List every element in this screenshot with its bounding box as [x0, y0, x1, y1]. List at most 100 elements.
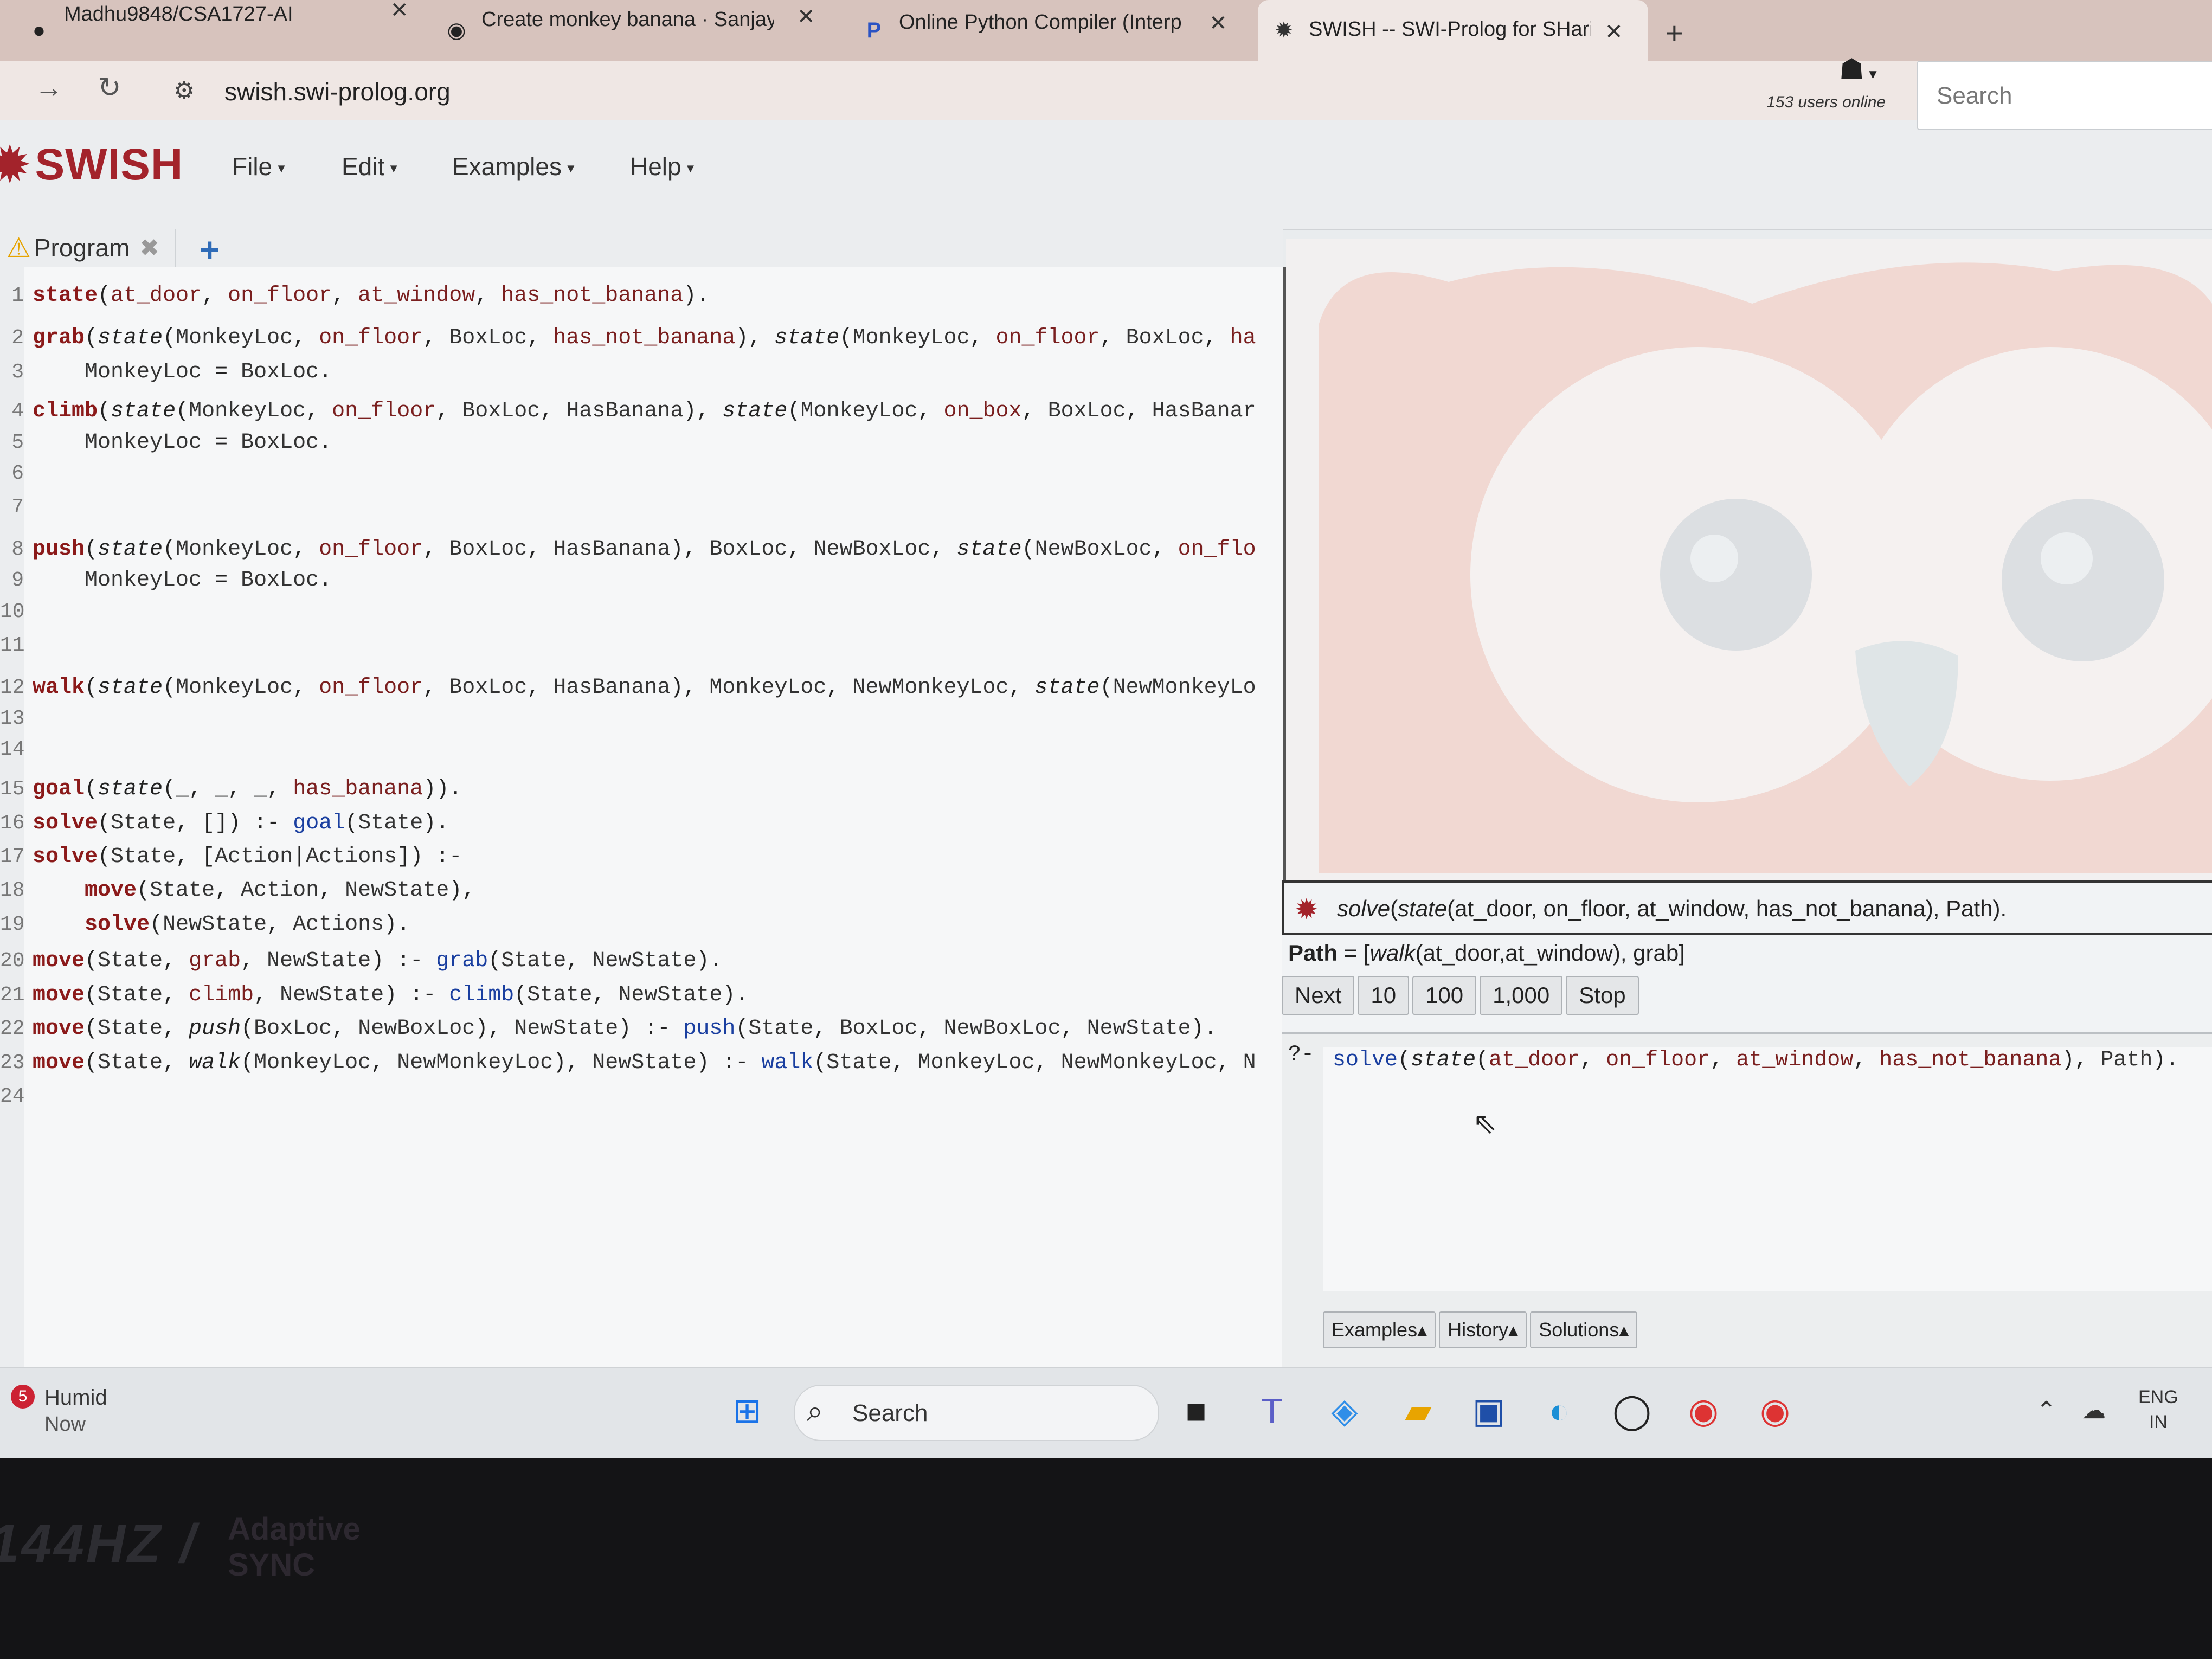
tab-title: Create monkey banana · Sanjay [481, 8, 774, 31]
tab-title: SWISH -- SWI-Prolog for SHarin [1309, 17, 1591, 41]
code-text: move(State, push(BoxLoc, NewBoxLoc), New… [33, 1017, 1217, 1041]
menu-help[interactable]: Help ▼ [630, 152, 696, 181]
close-tab-icon[interactable]: ✕ [390, 0, 409, 23]
next-10-button[interactable]: 10 [1358, 976, 1410, 1015]
line-number: 10 [0, 600, 25, 623]
menu-examples[interactable]: Examples ▼ [452, 152, 577, 181]
solutions-button[interactable]: Solutions▴ [1530, 1311, 1638, 1348]
forward-icon[interactable]: → [35, 72, 63, 104]
menu-edit[interactable]: Edit ▼ [342, 152, 400, 181]
windows-start-icon[interactable]: ⊞ [725, 1389, 769, 1432]
taskbar-search[interactable]: ⌕ Search [794, 1385, 1159, 1441]
examples-button[interactable]: Examples▴ [1323, 1311, 1436, 1348]
code-line[interactable]: 9 MonkeyLoc = BoxLoc. [0, 568, 332, 601]
close-tab-icon[interactable]: ✕ [1209, 11, 1227, 36]
answer-box: ✹ solve(state(at_door, on_floor, at_wind… [1282, 880, 2212, 1043]
code-text: goal(state(_, _, _, has_banana)). [33, 777, 462, 802]
code-line[interactable]: 18 move(State, Action, NewState), [0, 878, 475, 911]
code-line[interactable]: 14 [0, 737, 33, 770]
menu-file[interactable]: File ▼ [232, 152, 287, 181]
close-tab-icon[interactable]: ✕ [797, 4, 815, 29]
code-line[interactable]: 24 [0, 1084, 33, 1117]
browser-tab-1[interactable]: ● Madhu9848/CSA1727-AI ✕ [27, 0, 423, 61]
code-line[interactable]: 22 move(State, push(BoxLoc, NewBoxLoc), N… [0, 1017, 1217, 1049]
line-number: 9 [11, 569, 24, 593]
lang-line2: IN [2149, 1412, 2168, 1432]
stop-button[interactable]: Stop [1566, 976, 1639, 1015]
browser-tab-swish[interactable]: ✹ SWISH -- SWI-Prolog for SHarin ✕ [1258, 0, 1648, 61]
search-input[interactable]: Search [1917, 61, 2212, 130]
code-line[interactable]: 10 [0, 600, 33, 632]
code-line[interactable]: 12 walk(state(MonkeyLoc, on_floor, BoxLoc… [0, 676, 1256, 708]
chrome-icon[interactable]: ◉ [1682, 1389, 1725, 1432]
code-line[interactable]: 8 push(state(MonkeyLoc, on_floor, BoxLoc,… [0, 537, 1256, 570]
code-line[interactable]: 11 [0, 633, 33, 666]
answer-buttons: Next 10 100 1,000 Stop [1282, 976, 1639, 1015]
query-panel: ?- solve(state(at_door, on_floor, at_win… [1282, 1032, 2212, 1369]
whatsapp-icon[interactable]: ◯ [1610, 1389, 1654, 1432]
url-field[interactable]: swish.swi-prolog.org [224, 77, 451, 106]
line-number: 21 [0, 983, 25, 1007]
code-line[interactable]: 15 goal(state(_, _, _, has_banana)). [0, 777, 462, 809]
taskbar: 5 Humid Now ⊞ ⌕ Search ■ T ◈ ▰ ▣ ◐ ◯ ◉ ◉… [0, 1367, 2212, 1458]
code-line[interactable]: 16 solve(State, []) :- goal(State). [0, 811, 449, 844]
line-number: 2 [11, 326, 24, 350]
code-line[interactable]: 23 move(State, walk(MonkeyLoc, NewMonkeyL… [0, 1051, 1256, 1083]
teams-icon[interactable]: T [1250, 1389, 1294, 1432]
code-line[interactable]: 19 solve(NewState, Actions). [0, 912, 410, 945]
add-tab-button[interactable]: + [200, 230, 220, 270]
swish-gear-icon: ✹ [1295, 894, 1319, 925]
code-line[interactable]: 13 [0, 706, 33, 739]
history-button[interactable]: History▴ [1439, 1311, 1527, 1348]
copilot-icon[interactable]: ◈ [1323, 1389, 1366, 1432]
code-editor[interactable]: 1 state(at_door, on_floor, at_window, has… [0, 267, 1286, 1367]
code-text: walk(state(MonkeyLoc, on_floor, BoxLoc, … [33, 676, 1256, 700]
show-hidden-icons-icon[interactable]: ⌃ [2036, 1397, 2056, 1424]
line-number: 6 [11, 461, 24, 485]
code-line[interactable]: 17 solve(State, [Action|Actions]) :- [0, 845, 462, 877]
tab-title: Online Python Compiler (Interp [899, 10, 1181, 34]
taskbar-search-label: Search [852, 1400, 928, 1426]
code-line[interactable]: 1 state(at_door, on_floor, at_window, has… [0, 284, 709, 316]
next-100-button[interactable]: 100 [1412, 976, 1477, 1015]
next-1000-button[interactable]: 1,000 [1480, 976, 1563, 1015]
site-settings-icon[interactable]: ⚙ [173, 77, 195, 105]
file-explorer-icon[interactable]: ▰ [1397, 1389, 1440, 1432]
code-line[interactable]: 21 move(State, climb, NewState) :- climb(… [0, 983, 748, 1015]
browser-tab-3[interactable]: P Online Python Compiler (Interp ✕ [862, 0, 1252, 61]
swish-logo[interactable]: ✹ SWISH [0, 134, 183, 195]
menu-label: File [232, 152, 273, 181]
line-number: 16 [0, 811, 25, 835]
line-number: 4 [11, 400, 24, 423]
language-indicator[interactable]: ENG IN [2138, 1385, 2178, 1435]
reload-icon[interactable]: ↻ [98, 72, 121, 104]
close-icon[interactable]: ✖ [139, 234, 159, 262]
line-number: 11 [0, 634, 25, 657]
close-tab-icon[interactable]: ✕ [1605, 20, 1623, 44]
code-line[interactable]: 20 move(State, grab, NewState) :- grab(St… [0, 949, 722, 981]
tab-program[interactable]: ⚠ Program ✖ [0, 229, 176, 267]
caret-down-icon: ▼ [564, 161, 577, 175]
browser-tab-2[interactable]: ◉ Create monkey banana · Sanjay ✕ [445, 0, 835, 61]
code-line[interactable]: 2 grab(state(MonkeyLoc, on_floor, BoxLoc,… [0, 326, 1256, 358]
weather-title: Humid [44, 1386, 107, 1410]
code-line[interactable]: 6 [0, 461, 33, 494]
caret-down-icon: ▼ [388, 161, 400, 175]
chrome-profile-icon[interactable]: ◉ [1753, 1389, 1797, 1432]
onedrive-icon[interactable]: ☁ [2082, 1397, 2106, 1424]
user-profile-icon[interactable]: ☗ ▼ [1839, 53, 1879, 86]
code-text: move(State, grab, NewState) :- grab(Stat… [33, 949, 723, 974]
query-input[interactable]: solve(state(at_door, on_floor, at_window… [1323, 1047, 2212, 1291]
next-button[interactable]: Next [1282, 976, 1355, 1015]
store-icon[interactable]: ▣ [1467, 1389, 1510, 1432]
task-view-icon[interactable]: ■ [1174, 1389, 1218, 1432]
edge-icon[interactable]: ◐ [1538, 1389, 1581, 1432]
sync-line2: SYNC [228, 1547, 316, 1583]
code-line[interactable]: 7 [0, 495, 33, 528]
new-tab-button[interactable]: + [1666, 15, 1683, 50]
code-line[interactable]: 3 MonkeyLoc = BoxLoc. [0, 360, 332, 393]
code-line[interactable]: 4 climb(state(MonkeyLoc, on_floor, BoxLoc… [0, 399, 1256, 432]
code-text: push(state(MonkeyLoc, on_floor, BoxLoc, … [33, 537, 1256, 562]
query-input-text: solve(state(at_door, on_floor, at_window… [1333, 1048, 2179, 1072]
code-line[interactable]: 5 MonkeyLoc = BoxLoc. [0, 430, 332, 463]
